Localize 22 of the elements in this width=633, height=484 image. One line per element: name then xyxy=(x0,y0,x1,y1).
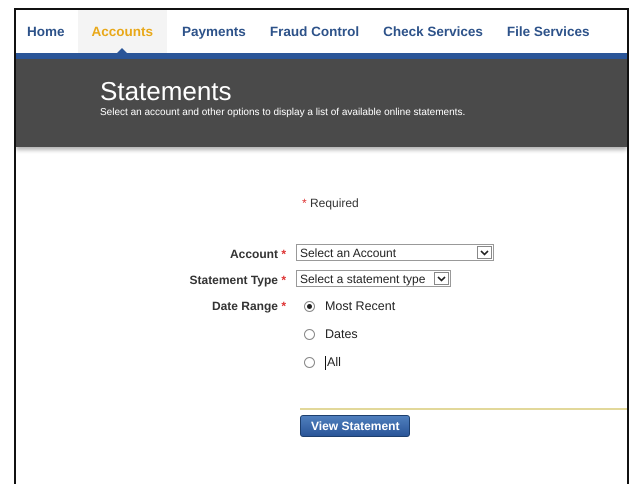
radio-label: All xyxy=(325,355,341,370)
radio-button[interactable] xyxy=(304,328,315,340)
radio-button[interactable] xyxy=(304,300,315,312)
chevron-down-icon xyxy=(434,272,449,285)
nav-tab[interactable]: Fraud Control xyxy=(258,10,370,53)
nav-tab[interactable]: Check Services xyxy=(372,10,494,53)
nav-tab[interactable]: File Services xyxy=(496,10,600,53)
page-title: Statements xyxy=(100,77,233,105)
page-subtitle: Select an account and other options to display a list of available online statements. xyxy=(100,107,466,118)
nav-tab[interactable]: Home xyxy=(16,10,76,53)
chevron-down-icon xyxy=(477,246,492,259)
field-label: Date Range * xyxy=(210,298,286,313)
required-note: * Required xyxy=(302,196,360,210)
field-label: Statement Type * xyxy=(188,272,286,287)
radio-label: Dates xyxy=(325,327,358,341)
radio-button[interactable] xyxy=(304,356,315,368)
radio-label: Most Recent xyxy=(325,299,396,313)
nav-tab[interactable]: Payments xyxy=(171,10,257,53)
view-statement-button[interactable]: View Statement xyxy=(300,414,410,437)
dropdown[interactable]: Select a statement type xyxy=(296,270,451,287)
field-label: Account * xyxy=(228,246,286,261)
dropdown[interactable]: Select an Account xyxy=(296,244,494,261)
